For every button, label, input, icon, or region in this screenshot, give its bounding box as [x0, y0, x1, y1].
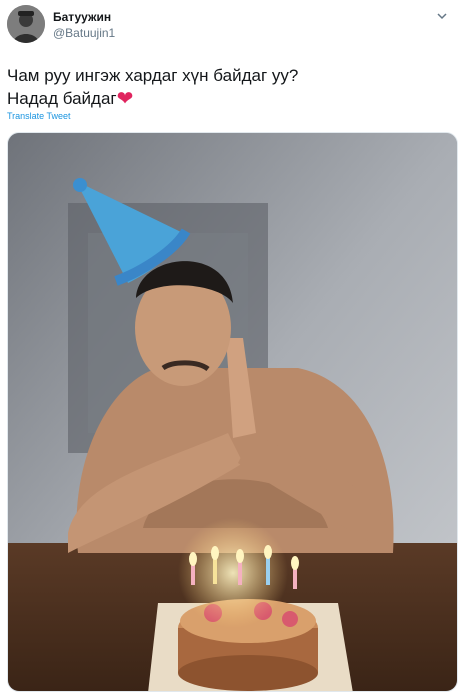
avatar-image — [7, 5, 45, 43]
avatar[interactable] — [7, 5, 45, 43]
author-handle[interactable]: @Batuujin1 — [53, 26, 115, 40]
heart-emoji: ❤ — [116, 88, 134, 110]
tweet-text: Чам руу ингэж хардаг хүн байдаг уу? Нада… — [7, 64, 447, 111]
tweet-photo[interactable] — [7, 132, 458, 692]
translate-tweet-link[interactable]: Translate Tweet — [7, 111, 71, 121]
photo-image — [8, 133, 457, 691]
author-display-name[interactable]: Батуужин — [53, 10, 111, 24]
tweet-text-line-2-text: Надад байдаг — [7, 89, 117, 108]
tweet-text-line-1: Чам руу ингэж хардаг хүн байдаг уу? — [7, 66, 299, 85]
tweet-text-line-2: Надад байдаг❤ — [7, 87, 447, 111]
chevron-down-icon[interactable] — [435, 10, 449, 24]
tweet-header: Батуужин @Batuujin1 — [0, 0, 465, 56]
